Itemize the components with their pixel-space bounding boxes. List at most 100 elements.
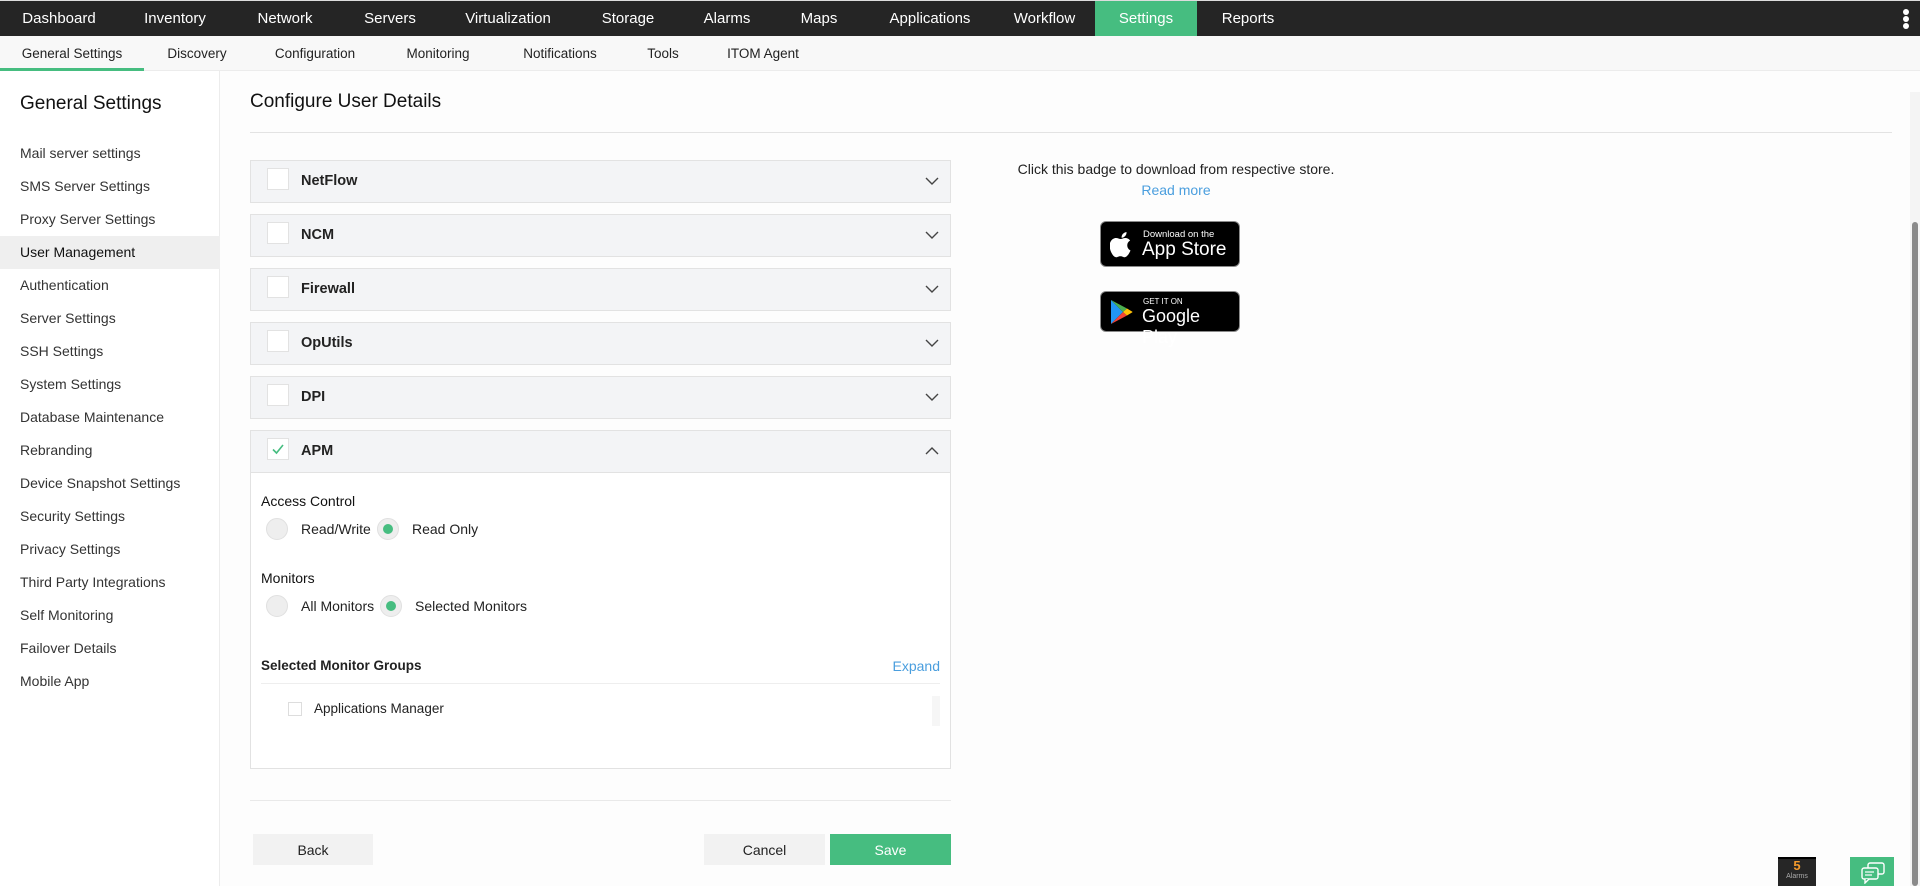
accordion-apm: APM Access Control Read/Write Read Only … bbox=[250, 430, 951, 769]
page-title: Configure User Details bbox=[250, 91, 442, 112]
access-control-label: Access Control bbox=[261, 493, 356, 509]
kebab-vertical-icon[interactable] bbox=[1902, 9, 1910, 29]
module-checkbox[interactable] bbox=[267, 384, 289, 406]
page-scrollbar-thumb[interactable] bbox=[1912, 222, 1918, 886]
subnav-notifications[interactable]: Notifications bbox=[496, 36, 624, 70]
alarm-label: Alarms bbox=[1786, 873, 1808, 880]
back-button[interactable]: Back bbox=[253, 834, 373, 865]
subnav-itom-agent[interactable]: ITOM Agent bbox=[702, 36, 824, 70]
module-checkbox[interactable] bbox=[267, 276, 289, 298]
chevron-down-icon[interactable] bbox=[924, 389, 940, 405]
sidebar-item-system-settings[interactable]: System Settings bbox=[0, 368, 220, 401]
chat-icon bbox=[1861, 862, 1885, 884]
module-label: DPI bbox=[301, 389, 326, 405]
subnav-discovery[interactable]: Discovery bbox=[144, 36, 250, 70]
accordion-header[interactable]: NCM bbox=[251, 215, 950, 256]
chevron-down-icon[interactable] bbox=[924, 335, 940, 351]
nav-maps[interactable]: Maps bbox=[772, 1, 866, 36]
google-play-small-text: GET IT ON bbox=[1143, 297, 1183, 306]
divider bbox=[261, 683, 940, 684]
save-button[interactable]: Save bbox=[830, 834, 951, 865]
nav-settings[interactable]: Settings bbox=[1095, 1, 1197, 36]
nav-storage[interactable]: Storage bbox=[574, 1, 682, 36]
sidebar-item-sms-server[interactable]: SMS Server Settings bbox=[0, 170, 220, 203]
chevron-down-icon[interactable] bbox=[924, 281, 940, 297]
radio-label-all-monitors: All Monitors bbox=[301, 598, 375, 614]
sidebar-item-security-settings[interactable]: Security Settings bbox=[0, 500, 220, 533]
accordion-header[interactable]: APM bbox=[251, 431, 950, 472]
radio-label-read-write: Read/Write bbox=[301, 521, 371, 537]
accordion-header[interactable]: DPI bbox=[251, 377, 950, 418]
sidebar-item-authentication[interactable]: Authentication bbox=[0, 269, 220, 302]
nav-servers[interactable]: Servers bbox=[338, 1, 442, 36]
badge-info-text: Click this badge to download from respec… bbox=[1017, 161, 1335, 177]
divider bbox=[250, 800, 951, 801]
accordion-netflow: NetFlow bbox=[250, 160, 951, 203]
sidebar: General Settings Mail server settings SM… bbox=[0, 71, 220, 886]
radio-all-monitors[interactable] bbox=[266, 595, 288, 617]
read-more-link[interactable]: Read more bbox=[1141, 182, 1210, 198]
sidebar-item-user-management[interactable]: User Management bbox=[0, 236, 220, 269]
main-content: Configure User Details NetFlow NCM Firew… bbox=[221, 71, 1920, 886]
group-list-scrollbar[interactable] bbox=[932, 696, 940, 726]
sidebar-item-third-party[interactable]: Third Party Integrations bbox=[0, 566, 220, 599]
chevron-down-icon[interactable] bbox=[924, 227, 940, 243]
badge-info: Click this badge to download from respec… bbox=[1011, 159, 1341, 201]
subnav-monitoring[interactable]: Monitoring bbox=[380, 36, 496, 70]
nav-inventory[interactable]: Inventory bbox=[118, 1, 232, 36]
accordion-header[interactable]: NetFlow bbox=[251, 161, 950, 202]
chevron-up-icon[interactable] bbox=[924, 443, 940, 459]
sidebar-item-mail-server[interactable]: Mail server settings bbox=[0, 137, 220, 170]
sidebar-item-failover[interactable]: Failover Details bbox=[0, 632, 220, 665]
sidebar-item-ssh-settings[interactable]: SSH Settings bbox=[0, 335, 220, 368]
divider bbox=[250, 132, 1892, 133]
accordion-header[interactable]: Firewall bbox=[251, 269, 950, 310]
cancel-button[interactable]: Cancel bbox=[704, 834, 825, 865]
subnav-tools[interactable]: Tools bbox=[624, 36, 702, 70]
sub-navigation: General Settings Discovery Configuration… bbox=[0, 36, 1920, 71]
checkmark-icon bbox=[272, 444, 284, 455]
module-checkbox[interactable] bbox=[267, 330, 289, 352]
subnav-general-settings[interactable]: General Settings bbox=[0, 36, 144, 71]
accordion-firewall: Firewall bbox=[250, 268, 951, 311]
sidebar-item-privacy-settings[interactable]: Privacy Settings bbox=[0, 533, 220, 566]
chevron-down-icon[interactable] bbox=[924, 173, 940, 189]
expand-link[interactable]: Expand bbox=[893, 658, 940, 674]
subnav-configuration[interactable]: Configuration bbox=[250, 36, 380, 70]
nav-applications[interactable]: Applications bbox=[866, 1, 994, 36]
sidebar-item-database-maintenance[interactable]: Database Maintenance bbox=[0, 401, 220, 434]
app-store-big-text: App Store bbox=[1142, 239, 1227, 260]
nav-network[interactable]: Network bbox=[232, 1, 338, 36]
sidebar-item-self-monitoring[interactable]: Self Monitoring bbox=[0, 599, 220, 632]
accordion-header[interactable]: OpUtils bbox=[251, 323, 950, 364]
nav-dashboard[interactable]: Dashboard bbox=[0, 1, 118, 36]
radio-read-write[interactable] bbox=[266, 518, 288, 540]
radio-label-selected-monitors: Selected Monitors bbox=[415, 598, 528, 614]
app-store-badge[interactable]: Download on the App Store bbox=[1100, 221, 1240, 267]
chat-button[interactable] bbox=[1850, 857, 1894, 886]
radio-selected-monitors[interactable] bbox=[380, 595, 402, 617]
monitors-label: Monitors bbox=[261, 570, 315, 586]
module-label: NCM bbox=[301, 227, 335, 243]
radio-read-only[interactable] bbox=[377, 518, 399, 540]
module-checkbox[interactable] bbox=[267, 168, 289, 190]
module-label: NetFlow bbox=[301, 173, 358, 189]
sidebar-item-proxy-server[interactable]: Proxy Server Settings bbox=[0, 203, 220, 236]
sidebar-item-mobile-app[interactable]: Mobile App bbox=[0, 665, 220, 698]
sidebar-item-server-settings[interactable]: Server Settings bbox=[0, 302, 220, 335]
accordion-ncm: NCM bbox=[250, 214, 951, 257]
nav-alarms[interactable]: Alarms bbox=[682, 1, 772, 36]
nav-virtualization[interactable]: Virtualization bbox=[442, 1, 574, 36]
module-label: Firewall bbox=[301, 281, 355, 297]
sidebar-item-device-snapshot[interactable]: Device Snapshot Settings bbox=[0, 467, 220, 500]
group-checkbox-applications-manager[interactable] bbox=[288, 702, 302, 716]
sidebar-title: General Settings bbox=[20, 93, 162, 114]
google-play-badge[interactable]: GET IT ON Google Play bbox=[1100, 291, 1240, 347]
nav-workflow[interactable]: Workflow bbox=[994, 1, 1095, 36]
nav-reports[interactable]: Reports bbox=[1197, 1, 1299, 36]
sidebar-item-rebranding[interactable]: Rebranding bbox=[0, 434, 220, 467]
module-checkbox[interactable] bbox=[267, 222, 289, 244]
module-checkbox[interactable] bbox=[267, 438, 289, 460]
accordion-dpi: DPI bbox=[250, 376, 951, 419]
alarms-widget[interactable]: 5 Alarms bbox=[1778, 857, 1816, 886]
